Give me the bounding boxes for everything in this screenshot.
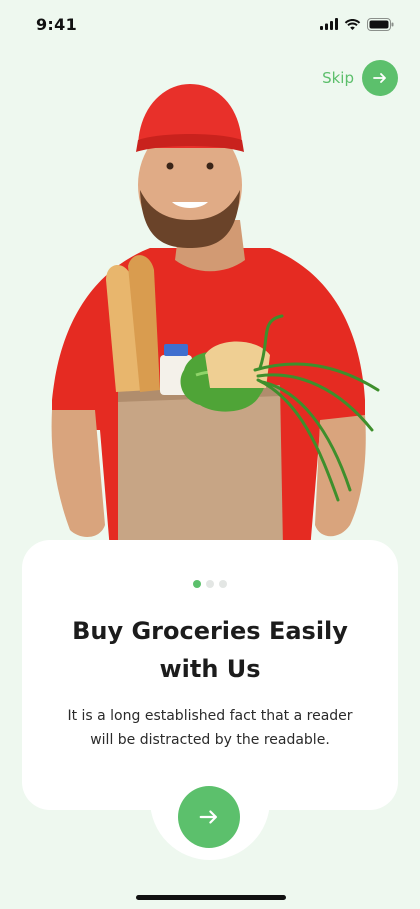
- next-button[interactable]: [178, 786, 240, 848]
- page-indicator: [0, 580, 420, 588]
- title-line-1: Buy Groceries Easily: [72, 617, 348, 645]
- status-icons: [320, 17, 394, 31]
- home-indicator: [136, 895, 286, 900]
- battery-icon: [367, 17, 394, 31]
- grocery-bag: [118, 385, 283, 552]
- page-dot-2: [206, 580, 214, 588]
- hero-illustration: [51, 84, 380, 552]
- description-line-1: It is a long established fact that a rea…: [67, 708, 353, 724]
- status-time: 9:41: [36, 14, 77, 34]
- onboarding-title: Buy Groceries Easily with Us: [40, 612, 380, 688]
- right-arm: [315, 415, 366, 537]
- page-dot-1: [193, 580, 201, 588]
- cellular-signal-icon: [320, 18, 338, 30]
- page-dot-3: [219, 580, 227, 588]
- description-line-2: will be distracted by the readable.: [90, 732, 330, 748]
- onboarding-description: It is a long established fact that a rea…: [40, 704, 380, 752]
- title-line-2: with Us: [159, 655, 261, 683]
- wifi-icon: [344, 19, 361, 30]
- arrow-right-icon: [199, 810, 217, 824]
- status-bar: 9:41: [0, 0, 420, 48]
